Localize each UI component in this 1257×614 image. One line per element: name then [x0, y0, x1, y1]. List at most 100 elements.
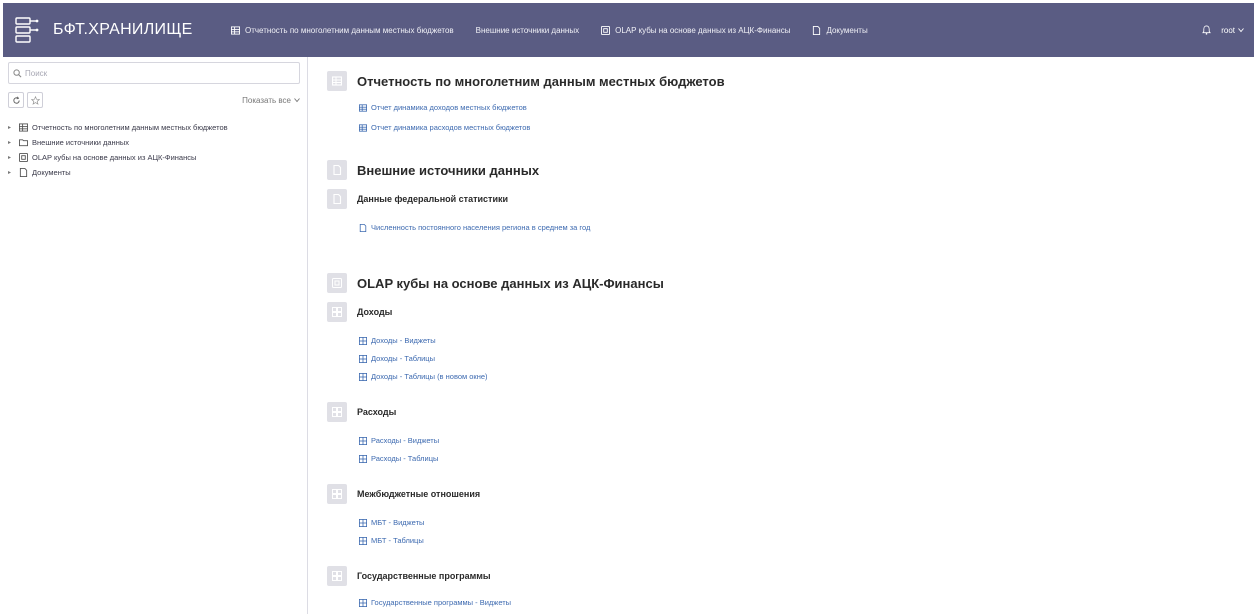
grid-icon [359, 372, 367, 381]
document-icon [333, 194, 342, 204]
nav-tree: ▸ Отчетность по многолетним данным местн… [8, 121, 306, 181]
grid-icon [359, 536, 367, 545]
link-label: Доходы - Таблицы [371, 354, 435, 363]
table-icon [19, 122, 28, 132]
link-label: Численность постоянного населения регион… [371, 223, 591, 232]
section-badge [327, 71, 347, 91]
cube-icon [332, 278, 342, 288]
grid-icon [359, 336, 367, 345]
grid-icon [332, 307, 342, 317]
expand-caret-icon[interactable]: ▸ [8, 139, 16, 146]
section-badge [327, 566, 347, 586]
table-icon [332, 76, 342, 86]
section-badge [327, 302, 347, 322]
cube-link[interactable]: МБТ - Виджеты [359, 518, 424, 527]
grid-icon [359, 454, 367, 463]
subsection-title: Данные федеральной статистики [357, 194, 509, 204]
sidebar-tools: Показать все [8, 91, 300, 109]
bell-icon[interactable] [1202, 25, 1212, 35]
section-olap: OLAP кубы на основе данных из АЦК-Финанс… [327, 273, 664, 293]
nav-external-label: Внешние источники данных [475, 25, 580, 35]
group-expenses: Расходы [327, 402, 396, 422]
report-link[interactable]: Отчет динамика доходов местных бюджетов [359, 103, 527, 112]
link-label: Отчет динамика доходов местных бюджетов [371, 103, 527, 112]
cube-icon [19, 152, 28, 162]
tree-item-external[interactable]: ▸ Внешние источники данных [8, 136, 306, 148]
refresh-button[interactable] [8, 92, 24, 108]
user-area: root [1202, 25, 1254, 35]
grid-icon [359, 436, 367, 445]
document-link[interactable]: Численность постоянного населения регион… [359, 223, 590, 232]
nav-external[interactable]: Внешние источники данных [476, 26, 579, 35]
group-title: Доходы [357, 307, 393, 317]
section-badge [327, 484, 347, 504]
table-icon [231, 25, 240, 35]
grid-icon [332, 489, 342, 499]
cube-link[interactable]: Расходы - Таблицы [359, 454, 438, 463]
top-bar: БФТ.ХРАНИЛИЩЕ Отчетность по многолетним … [3, 3, 1254, 57]
star-icon [30, 95, 40, 105]
subsection-federal-stats: Данные федеральной статистики [327, 189, 508, 209]
search-icon [13, 68, 22, 77]
section-title: OLAP кубы на основе данных из АЦК-Финанс… [357, 275, 664, 291]
grid-icon [359, 518, 367, 527]
section-badge [327, 273, 347, 293]
grid-icon [359, 598, 367, 607]
search-box[interactable] [8, 62, 300, 84]
link-label: Государственные программы - Виджеты [371, 598, 512, 607]
tree-item-documents[interactable]: ▸ Документы [8, 166, 306, 178]
chevron-down-icon [294, 98, 300, 103]
table-icon [359, 123, 367, 132]
tree-item-olap[interactable]: ▸ OLAP кубы на основе данных из АЦК-Фина… [8, 151, 306, 163]
section-external: Внешние источники данных [327, 160, 539, 180]
refresh-icon [12, 95, 20, 104]
report-link[interactable]: Отчет динамика расходов местных бюджетов [359, 123, 530, 132]
document-icon [359, 223, 367, 232]
link-label: Отчет динамика расходов местных бюджетов [371, 123, 531, 132]
expand-caret-icon[interactable]: ▸ [8, 124, 16, 131]
group-gov-programs: Государственные программы [327, 566, 491, 586]
link-label: МБТ - Таблицы [371, 536, 424, 545]
group-title: Государственные программы [357, 571, 491, 581]
favorite-button[interactable] [27, 92, 43, 108]
show-all-label: Показать все [242, 95, 291, 105]
brand[interactable]: БФТ.ХРАНИЛИЩЕ [3, 17, 231, 43]
section-title: Отчетность по многолетним данным местных… [357, 73, 725, 89]
show-all-dropdown[interactable]: Показать все [242, 96, 300, 105]
section-badge [327, 160, 347, 180]
document-icon [19, 167, 28, 177]
tree-item-label: Отчетность по многолетним данным местных… [32, 122, 228, 132]
grid-icon [332, 407, 342, 417]
link-label: Доходы - Виджеты [371, 336, 436, 345]
section-title: Внешние источники данных [357, 162, 540, 178]
link-label: Расходы - Таблицы [371, 454, 439, 463]
search-input[interactable] [25, 68, 285, 78]
cube-link[interactable]: Расходы - Виджеты [359, 436, 439, 445]
section-reports: Отчетность по многолетним данным местных… [327, 71, 725, 91]
group-income: Доходы [327, 302, 392, 322]
user-name: root [1221, 25, 1235, 35]
nav-olap-label: OLAP кубы на основе данных из АЦК-Финанс… [615, 25, 791, 35]
link-label: МБТ - Виджеты [371, 518, 425, 527]
nav-documents[interactable]: Документы [812, 25, 868, 35]
document-icon [813, 25, 821, 35]
expand-caret-icon[interactable]: ▸ [8, 154, 16, 161]
cube-link[interactable]: Доходы - Виджеты [359, 336, 436, 345]
tree-item-reports[interactable]: ▸ Отчетность по многолетним данным местн… [8, 121, 306, 133]
cube-link[interactable]: Государственные программы - Виджеты [359, 598, 511, 607]
cube-link[interactable]: Доходы - Таблицы (в новом окне) [359, 372, 488, 381]
nav-documents-label: Документы [826, 25, 868, 35]
nav-olap[interactable]: OLAP кубы на основе данных из АЦК-Финанс… [601, 25, 791, 35]
cube-link[interactable]: МБТ - Таблицы [359, 536, 424, 545]
cube-link[interactable]: Доходы - Таблицы [359, 354, 435, 363]
nav-reports-label: Отчетность по многолетним данным местных… [245, 25, 454, 35]
link-label: Расходы - Виджеты [371, 436, 440, 445]
sidebar: Показать все ▸ Отчетность по многолетним… [3, 57, 308, 614]
expand-caret-icon[interactable]: ▸ [8, 169, 16, 176]
group-title: Межбюджетные отношения [357, 489, 481, 499]
grid-icon [332, 571, 342, 581]
main-content: Отчетность по многолетним данным местных… [309, 57, 1254, 614]
nav-reports[interactable]: Отчетность по многолетним данным местных… [231, 26, 454, 35]
table-icon [359, 103, 367, 112]
user-menu[interactable]: root [1221, 26, 1244, 35]
